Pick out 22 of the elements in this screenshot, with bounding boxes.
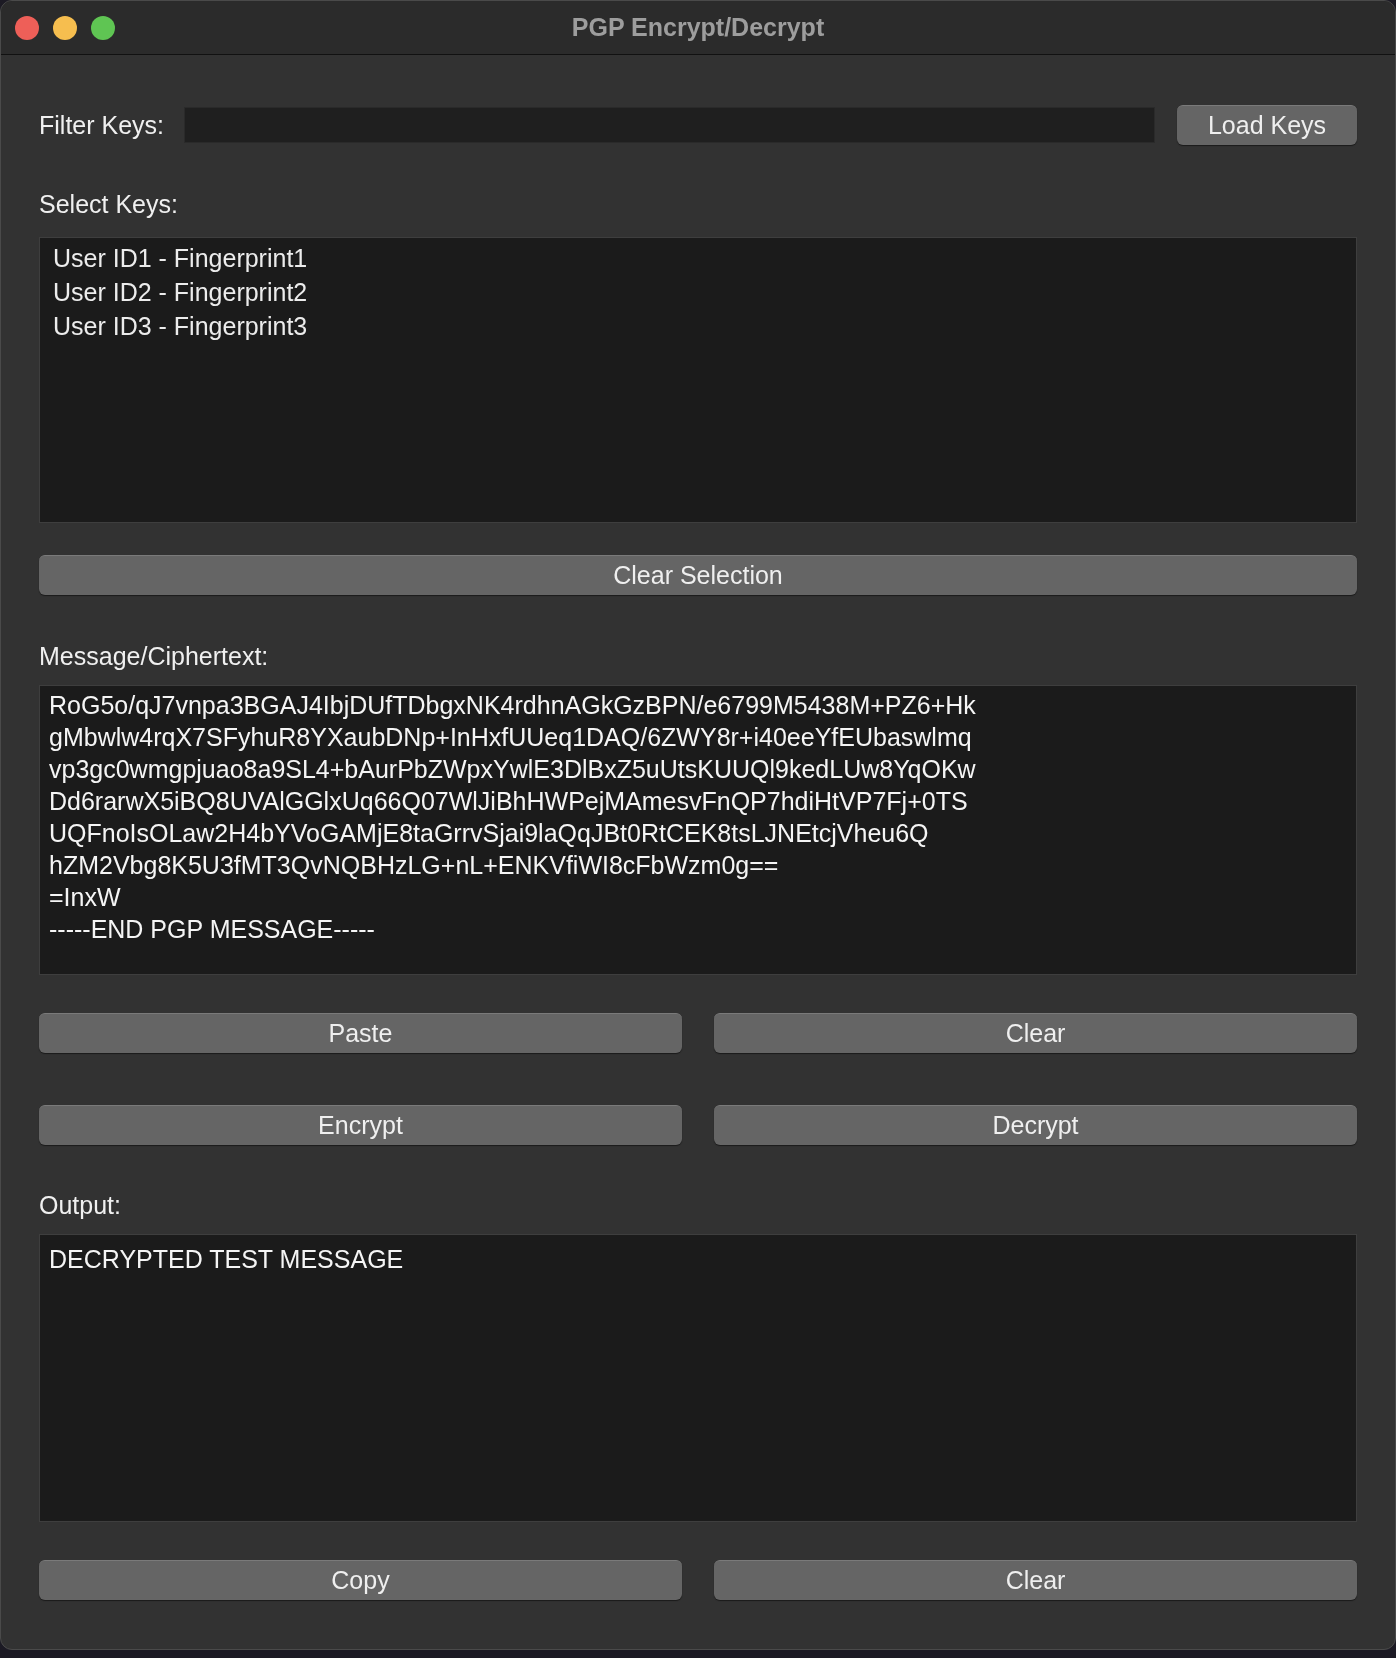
action-button[interactable]: Clear	[714, 1560, 1357, 1600]
action-button[interactable]: Copy	[39, 1560, 682, 1600]
section-label: Output:	[39, 1191, 122, 1220]
key-list-item[interactable]: User ID3 - Fingerprint3	[51, 309, 310, 343]
key-list-item[interactable]: User ID1 - Fingerprint1	[51, 241, 310, 275]
field-label: Filter Keys:	[39, 110, 165, 140]
key-list-item[interactable]: User ID2 - Fingerprint2	[51, 275, 310, 309]
close-button[interactable]	[15, 16, 39, 40]
key-list[interactable]: User ID1 - Fingerprint1 User ID2 - Fingerprint2 User ID3 - Fingerprint3	[39, 237, 1357, 523]
zoom-button[interactable]	[91, 16, 115, 40]
output-field[interactable]: DECRYPTED TEST MESSAGE	[39, 1234, 1357, 1522]
action-button[interactable]: Decrypt	[714, 1105, 1357, 1145]
window-title: PGP Encrypt/Decrypt	[571, 13, 825, 42]
section-label: Select Keys:	[39, 190, 179, 219]
message-field[interactable]: RoG5o/qJ7vnpa3BGAJ4IbjDUfTDbgxNK4rdhnAGkGzBPN/e6799M5438M+PZ6+Hk gMbwlw4rqX7SFyhuR8YXaubDNp+InHxfUUeq1DAQ/6ZWY8r+i40eeYfEUbaswlmq vp3gc0wmgpjuao8a9SL4+bAurPbZWpxYwlE3DlBxZ5uUtsKUUQl9kedLUw8YqOKw Dd6rarwX5iBQ8UVAlGGlxUq66Q07WlJiBhHWPejMAmesvFnQP7hdiHtVP7Fj+0TS UQFnoIsOLaw2H4bYVoGAMjE8taGrrvSjai9laQqJBt0RtCEK8tsLJNEtcjVheu6Q hZM2Vbg8K5U3fMT3QvNQBHzLG+nL+ENKVfiWI8cFbWzm0g== =InxW -----END PGP MESSAGE-----	[39, 685, 1357, 975]
clear-selection-button[interactable]: Clear Selection	[39, 555, 1357, 595]
section-label: Message/Ciphertext:	[39, 642, 270, 671]
action-button[interactable]: Encrypt	[39, 1105, 682, 1145]
action-button[interactable]: Paste	[39, 1013, 682, 1053]
minimize-button[interactable]	[53, 16, 77, 40]
action-button[interactable]: Clear	[714, 1013, 1357, 1053]
load-keys-button[interactable]: Load Keys	[1177, 105, 1357, 145]
